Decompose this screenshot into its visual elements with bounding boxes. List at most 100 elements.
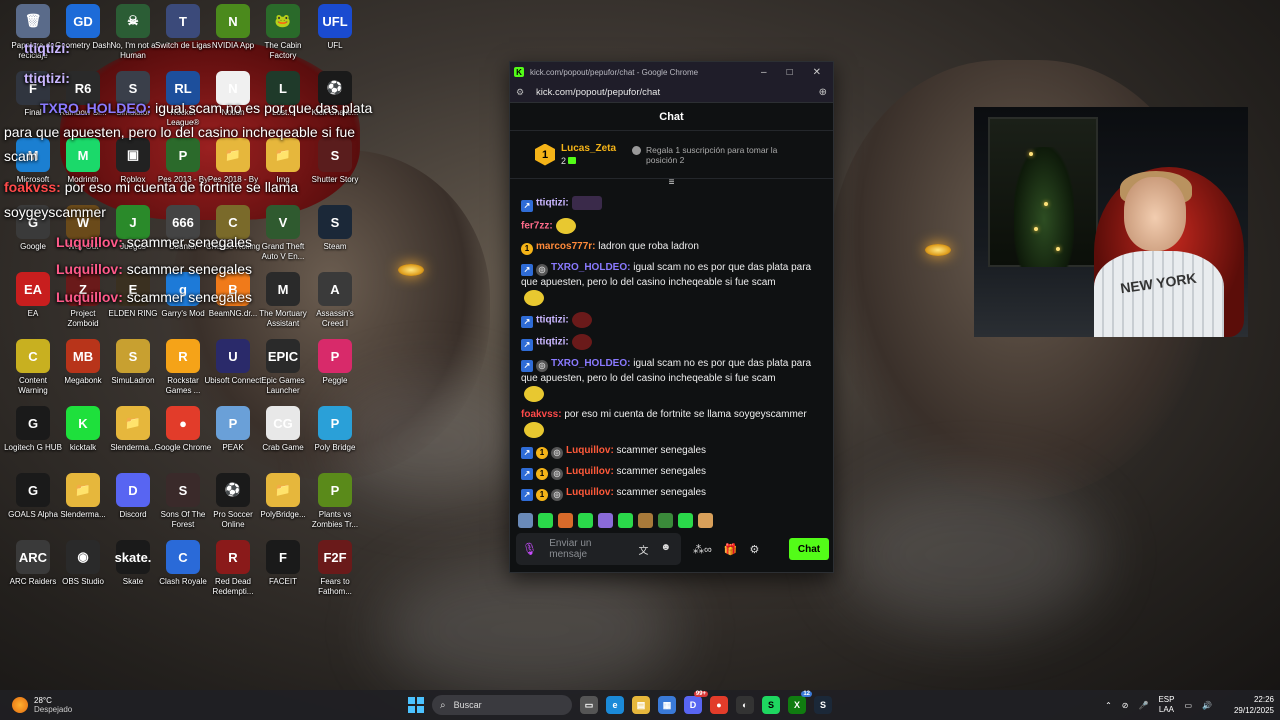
keyboard-layout: LAA [1158, 705, 1175, 714]
chat-username[interactable]: TXRO_HOLDEO: [551, 358, 630, 369]
emote-icon[interactable] [558, 512, 573, 528]
desktop-icon[interactable]: P Poly Bridge [306, 406, 364, 453]
desktop-icon[interactable]: M The Mortuary Assistant [254, 272, 312, 329]
app-icon: N [216, 4, 250, 38]
chat-username[interactable]: TXRO_HOLDEO: [551, 262, 630, 273]
close-icon[interactable]: ✕ [813, 67, 821, 78]
task-view-icon[interactable]: ▭ [580, 696, 598, 714]
gift-count: 2 [561, 156, 567, 166]
address-bar[interactable]: ⚙ kick.com/popout/pepufor/chat ⊕ [510, 82, 833, 103]
chat-message[interactable]: ↗ ◎ TXRO_HOLDEO: igual scam no es por que … [521, 261, 823, 306]
emoji-icon[interactable]: ☻ [660, 542, 671, 557]
show-hidden-icons-icon[interactable]: ⌃ [1105, 701, 1112, 710]
send-chat-button[interactable]: Chat [789, 538, 829, 560]
kick-points-icon[interactable]: ⁂∞ [693, 543, 712, 556]
edge-icon[interactable]: e [606, 696, 624, 714]
chat-message[interactable]: ↗ ttiqtizi: [521, 311, 823, 329]
chat-message[interactable]: ↗ ◎ TXRO_HOLDEO: igual scam no es por que … [521, 357, 823, 402]
chat-username[interactable]: fer7zz: [521, 220, 553, 231]
top-gifters-bar[interactable]: 1 Lucas_Zeta 2 Regala 1 suscripción para… [510, 131, 833, 179]
desktop-icon[interactable]: 📁 PolyBridge... [254, 473, 312, 520]
emote-quickbar[interactable] [518, 511, 713, 529]
spotify-icon[interactable]: S [762, 696, 780, 714]
language-code: ESP [1158, 695, 1175, 704]
message-input[interactable]: 🎙 Enviar un mensaje 文 ☻ [516, 533, 681, 565]
emote-icon[interactable] [518, 512, 533, 528]
expand-chevron-icon[interactable]: ≡ [510, 178, 833, 188]
chat-message[interactable]: 1 marcos777r: ladron que roba ladron [521, 240, 823, 255]
emote-icon[interactable] [638, 512, 653, 528]
desktop-icon[interactable]: P Plants vs Zombies Tr... [306, 473, 364, 530]
steam-taskbar-icon[interactable]: S [814, 696, 832, 714]
desktop-icon[interactable]: F FACEIT [254, 540, 312, 587]
emote-icon[interactable] [698, 512, 713, 528]
chat-username[interactable]: foakvss: [521, 409, 562, 420]
discord-taskbar-icon[interactable]: D 99+ [684, 691, 708, 714]
chat-username[interactable]: Luquillov: [566, 466, 614, 477]
maximize-icon[interactable]: □ [787, 67, 793, 78]
emote-icon[interactable] [598, 512, 613, 528]
display-icon[interactable]: ▭ [1184, 701, 1192, 710]
emote-icon[interactable] [658, 512, 673, 528]
desktop-icon[interactable]: UFL UFL [306, 4, 364, 51]
gift-sub-prompt[interactable]: Regala 1 suscripción para tomar la posic… [632, 145, 802, 165]
chat-username[interactable]: ttiqtizi: [536, 198, 569, 209]
emote-icon[interactable] [678, 512, 693, 528]
url-text[interactable]: kick.com/popout/pepufor/chat [536, 87, 660, 98]
weather-widget[interactable]: 28°C Despejado [0, 696, 200, 714]
search-placeholder: Buscar [453, 700, 482, 710]
chat-username[interactable]: Luquillov: [566, 487, 614, 498]
chat-message[interactable]: ↗ ttiqtizi: [521, 334, 823, 351]
microphone-icon[interactable]: 🎙 [522, 542, 537, 556]
github-icon[interactable]: ◐ [736, 696, 754, 714]
settings-gear-icon[interactable]: ⚙ [750, 543, 760, 556]
volume-icon[interactable]: 🔊 [1202, 701, 1212, 710]
translate-icon[interactable]: 文 [638, 542, 648, 557]
emote-icon[interactable] [578, 512, 593, 528]
store-icon[interactable]: ▦ [658, 696, 676, 714]
chat-username[interactable]: ttiqtizi: [536, 314, 569, 325]
chat-username[interactable]: Luquillov: [566, 445, 614, 456]
desktop-icon[interactable]: P Peggle [306, 339, 364, 386]
chat-username[interactable]: marcos777r: [536, 241, 595, 252]
xbox-icon[interactable]: X 12 [788, 691, 812, 714]
desktop-icon[interactable]: EPIC Epic Games Launcher [254, 339, 312, 396]
emote-icon [571, 311, 592, 328]
language-switcher[interactable]: ESP LAA [1158, 695, 1174, 715]
desktop-icon[interactable]: 📁 Img [254, 138, 312, 185]
app-icon: P [318, 339, 352, 373]
window-titlebar[interactable]: K kick.com/popout/pepufor/chat - Google … [510, 62, 833, 82]
chat-message[interactable]: ↗ 1 ◎ Luquillov: scammer senegales [521, 444, 823, 459]
mic-icon[interactable]: 🎤 [1138, 701, 1148, 710]
desktop-icon[interactable]: 🐸 The Cabin Factory [254, 4, 312, 61]
desktop-icon[interactable]: A Assassin's Creed I [306, 272, 364, 329]
file-explorer-icon[interactable]: ▤ [632, 696, 650, 714]
chat-messages[interactable]: ↗ ttiqtizi: fer7zz: 1 marcos777r: ladron que… [510, 188, 833, 503]
minimize-icon[interactable]: – [761, 67, 767, 78]
chat-message[interactable]: foakvss: por eso mi cuenta de fortnite s… [521, 408, 823, 438]
clock[interactable]: 22:26 29/12/2025 [1222, 694, 1274, 716]
window-title: kick.com/popout/pepufor/chat - Google Ch… [530, 67, 699, 77]
network-off-icon[interactable]: ⊘ [1122, 701, 1129, 710]
chat-message[interactable]: ↗ 1 ◎ Luquillov: scammer senegales [521, 465, 823, 480]
desktop-icon[interactable]: S Steam [306, 205, 364, 252]
chat-message[interactable]: fer7zz: [521, 217, 823, 234]
gift-shop-icon[interactable]: 🎁 [724, 543, 738, 556]
emote-icon[interactable] [538, 512, 553, 528]
chat-message[interactable]: ↗ ttiqtizi: [521, 196, 823, 212]
zoom-icon[interactable]: ⊕ [819, 87, 827, 98]
app-icon: EA [16, 272, 50, 306]
desktop-icon[interactable]: CG Crab Game [254, 406, 312, 453]
desktop-icon[interactable]: V Grand Theft Auto V En... [254, 205, 312, 262]
desktop-icon[interactable]: S Shutter Story [306, 138, 364, 185]
desktop-icon[interactable]: F2F Fears to Fathom... [306, 540, 364, 597]
taskbar-search[interactable]: ⌕ Buscar [432, 695, 572, 715]
start-button[interactable] [408, 697, 424, 713]
emote-icon[interactable] [618, 512, 633, 528]
chrome-popout-window[interactable]: K kick.com/popout/pepufor/chat - Google … [509, 61, 834, 573]
chat-username[interactable]: ttiqtizi: [536, 337, 569, 348]
top-gifter-name[interactable]: Lucas_Zeta [561, 143, 616, 154]
chrome-taskbar-icon[interactable]: ● [710, 696, 728, 714]
chat-message[interactable]: ↗ 1 ◎ Luquillov: scammer senegales [521, 486, 823, 501]
site-info-icon[interactable]: ⚙ [516, 87, 528, 98]
